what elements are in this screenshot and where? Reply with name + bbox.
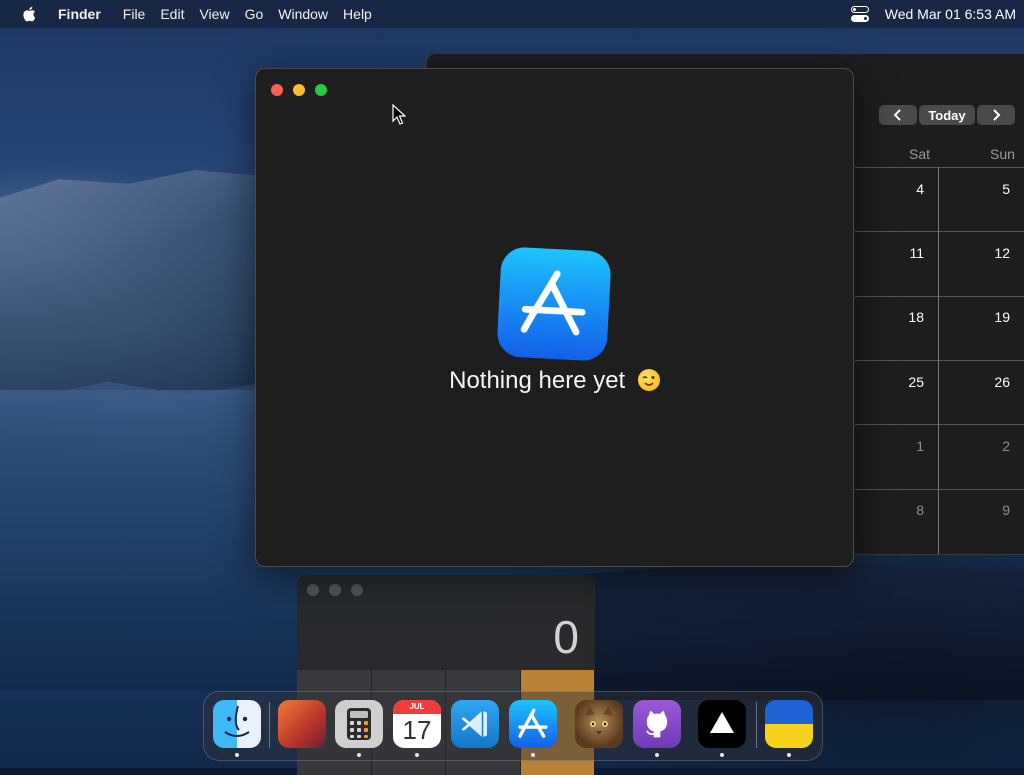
- dock-separator: [269, 702, 270, 748]
- dock-running-indicator: [357, 753, 361, 757]
- dock-running-indicator: [655, 753, 659, 757]
- calendar-day-cell[interactable]: 9: [980, 502, 1010, 518]
- calendar-row-divider: [855, 296, 1024, 297]
- weekday-header-sat: Sat: [909, 146, 931, 162]
- calendar-navigation: Today: [879, 105, 1015, 125]
- dock-app-store-icon[interactable]: [509, 700, 557, 748]
- menu-file[interactable]: File: [123, 6, 146, 22]
- chevron-right-icon: [993, 109, 1001, 121]
- weekday-header-sun: Sun: [990, 146, 1015, 162]
- calendar-day-cell[interactable]: 11: [894, 245, 924, 261]
- winking-face-icon: [637, 369, 660, 391]
- wallpaper-land: [584, 560, 1024, 700]
- dock: JUL 17: [203, 691, 823, 761]
- calendar-day-cell[interactable]: 2: [980, 438, 1010, 454]
- calendar-day-cell[interactable]: 1: [894, 438, 924, 454]
- calendar-day-cell[interactable]: 26: [980, 374, 1010, 390]
- mouse-cursor-icon: [392, 104, 406, 125]
- dock-cat-app-icon[interactable]: [575, 700, 623, 748]
- calendar-column-divider: [938, 167, 939, 554]
- empty-state-message: Nothing here yet: [256, 367, 853, 395]
- dock-separator: [756, 702, 757, 748]
- menu-view[interactable]: View: [199, 6, 229, 22]
- calendar-next-button[interactable]: [977, 105, 1015, 125]
- dock-running-indicator: [415, 753, 419, 757]
- dock-running-indicator: [235, 753, 239, 757]
- menu-clock[interactable]: Wed Mar 01 6:53 AM: [885, 6, 1016, 22]
- dock-vscode-icon[interactable]: [451, 700, 499, 748]
- dock-github-icon[interactable]: [633, 700, 681, 748]
- menu-edit[interactable]: Edit: [160, 6, 184, 22]
- apple-menu-icon[interactable]: [22, 6, 36, 22]
- dock-calendar-month: JUL: [393, 700, 441, 714]
- empty-state-text: Nothing here yet: [449, 367, 626, 394]
- calendar-day-cell[interactable]: 12: [980, 245, 1010, 261]
- menu-app-name[interactable]: Finder: [58, 6, 101, 22]
- calendar-row-divider: [855, 167, 1024, 168]
- control-center-icon[interactable]: [850, 6, 869, 22]
- calendar-day-cell[interactable]: 4: [894, 181, 924, 197]
- dock-running-indicator: [787, 753, 791, 757]
- wallpaper-hills: [0, 170, 270, 396]
- dock-calculator-icon[interactable]: [335, 700, 383, 748]
- calculator-maximize-button[interactable]: [351, 584, 363, 596]
- calculator-minimize-button[interactable]: [329, 584, 341, 596]
- menu-bar: Finder File Edit View Go Window Help Wed…: [0, 0, 1024, 28]
- dock-finder-icon[interactable]: [213, 700, 261, 748]
- app-store-window: Nothing here yet: [255, 68, 854, 567]
- calendar-row-divider: [855, 424, 1024, 425]
- calendar-prev-button[interactable]: [879, 105, 917, 125]
- dock-ukraine-flag-icon[interactable]: [765, 700, 813, 748]
- dock-calendar-icon[interactable]: JUL 17: [393, 700, 441, 748]
- window-controls: [271, 84, 327, 96]
- window-maximize-button[interactable]: [315, 84, 327, 96]
- calendar-day-cell[interactable]: 25: [894, 374, 924, 390]
- dock-calendar-day: 17: [402, 715, 432, 745]
- menu-help[interactable]: Help: [343, 6, 372, 22]
- calendar-today-button[interactable]: Today: [919, 105, 975, 125]
- calendar-day-cell[interactable]: 8: [894, 502, 924, 518]
- dock-vercel-icon[interactable]: [698, 700, 746, 748]
- calculator-close-button[interactable]: [307, 584, 319, 596]
- window-minimize-button[interactable]: [293, 84, 305, 96]
- menu-go[interactable]: Go: [245, 6, 264, 22]
- calendar-row-divider: [855, 231, 1024, 232]
- menu-window[interactable]: Window: [278, 6, 328, 22]
- calendar-row-divider: [855, 360, 1024, 361]
- calendar-day-cell[interactable]: 5: [980, 181, 1010, 197]
- dock-running-indicator: [531, 753, 535, 757]
- window-close-button[interactable]: [271, 84, 283, 96]
- calculator-display: 0: [553, 611, 579, 663]
- calculator-window-controls: [307, 584, 363, 596]
- app-store-icon: [496, 246, 612, 362]
- calendar-day-cell[interactable]: 18: [894, 309, 924, 325]
- dock-launchpad-icon[interactable]: [278, 700, 326, 748]
- calendar-day-cell[interactable]: 19: [980, 309, 1010, 325]
- chevron-left-icon: [893, 109, 901, 121]
- dock-running-indicator: [720, 753, 724, 757]
- menu-bar-status: Wed Mar 01 6:53 AM: [850, 6, 1016, 22]
- calendar-row-divider: [855, 489, 1024, 490]
